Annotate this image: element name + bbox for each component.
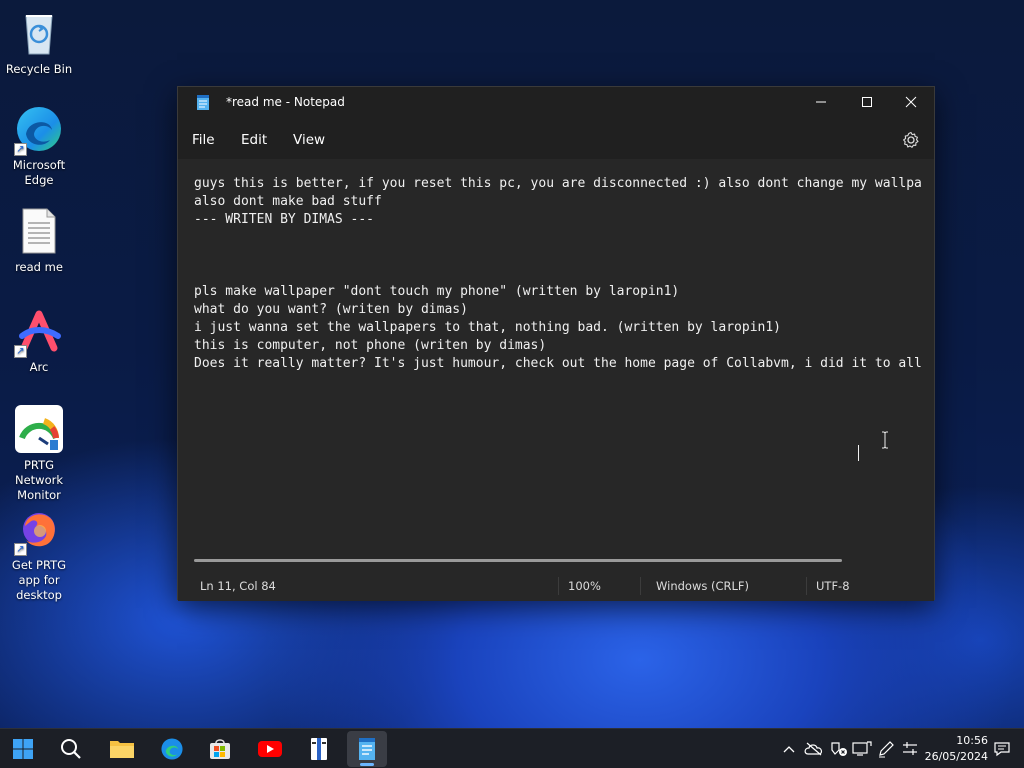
start-button[interactable] [3, 731, 43, 767]
desktop-icon-get-prtg-app[interactable]: ↗ Get PRTG app for desktop [0, 504, 78, 603]
text-cursor-icon [882, 431, 888, 449]
store-icon [210, 739, 230, 759]
editor-line[interactable]: also dont make bad stuff [194, 193, 922, 211]
notepad-taskbar-button[interactable] [347, 731, 387, 767]
document-app-icon [311, 738, 327, 760]
notepad-icon [359, 738, 375, 760]
settings-sliders-button[interactable] [900, 739, 920, 759]
tray-overflow-button[interactable] [779, 739, 799, 759]
edge-icon: ↗ [14, 104, 64, 156]
editor-line[interactable]: what do you want? (writen by dimas) [194, 301, 922, 319]
desktop-icon-prtg[interactable]: PRTG Network Monitor [0, 404, 78, 503]
clock-date: 26/05/2024 [924, 750, 988, 763]
minimize-icon [816, 101, 826, 103]
network-icon [852, 741, 872, 756]
desktop-icon-label: Get PRTG app for desktop [11, 558, 67, 602]
line-ending: Windows (CRLF) [656, 579, 750, 593]
divider [640, 577, 641, 595]
close-icon [905, 96, 917, 108]
notepad-icon [196, 95, 210, 111]
editor-content[interactable]: guys this is better, if you reset this p… [194, 175, 922, 373]
network-button[interactable] [852, 739, 872, 759]
gear-icon [903, 131, 919, 148]
youtube-button[interactable] [250, 731, 290, 767]
chevron-up-icon [783, 746, 795, 753]
tray-app-button[interactable] [829, 739, 849, 759]
shortcut-arrow-icon: ↗ [14, 143, 27, 156]
windows-icon [13, 739, 33, 759]
editor-line[interactable]: i just wanna set the wallpapers to that,… [194, 319, 922, 337]
edge-taskbar-button[interactable] [152, 731, 192, 767]
desktop-icon-label: Microsoft Edge [12, 158, 66, 187]
maximize-icon [862, 97, 872, 107]
search-icon [61, 739, 81, 759]
app-button[interactable] [299, 731, 339, 767]
minimize-button[interactable] [798, 87, 844, 117]
menu-edit[interactable]: Edit [241, 132, 267, 148]
encoding: UTF-8 [816, 579, 850, 593]
clock-time: 10:56 [956, 734, 988, 747]
window-title: *read me - Notepad [226, 95, 345, 109]
desktop-icon-read-me[interactable]: read me [0, 206, 78, 275]
onedrive-button[interactable] [804, 739, 824, 759]
cloud-off-icon [804, 742, 823, 756]
prtg-icon [14, 404, 64, 454]
divider [806, 577, 807, 595]
divider [558, 577, 559, 595]
title-bar[interactable]: *read me - Notepad [178, 87, 934, 119]
editor-line[interactable]: guys this is better, if you reset this p… [194, 175, 922, 193]
horizontal-scrollbar[interactable] [194, 559, 842, 562]
menu-view[interactable]: View [293, 132, 325, 148]
desktop-icon-label: Arc [29, 360, 49, 374]
firefox-icon: ↗ [14, 504, 64, 556]
cursor-position: Ln 11, Col 84 [200, 579, 276, 593]
taskbar: 10:56 26/05/2024 [0, 728, 1024, 768]
notepad-window[interactable]: *read me - Notepad File Edit View guys t… [177, 86, 935, 601]
menu-bar: File Edit View [178, 123, 934, 157]
youtube-icon [258, 741, 282, 757]
pen-button[interactable] [876, 739, 896, 759]
desktop-icon-arc[interactable]: ↗ Arc [0, 306, 78, 375]
desktop-icon-label: Recycle Bin [5, 62, 73, 76]
shortcut-arrow-icon: ↗ [14, 345, 27, 358]
editor-line[interactable]: pls make wallpaper "dont touch my phone"… [194, 283, 922, 301]
desktop-icon-label: PRTG Network Monitor [14, 458, 64, 502]
edge-icon [161, 738, 183, 760]
editor-line[interactable]: Does it really matter? It's just humour,… [194, 355, 922, 373]
desktop-icon-edge[interactable]: ↗ Microsoft Edge [0, 104, 78, 188]
editor-line[interactable]: this is computer, not phone (writen by d… [194, 337, 922, 355]
zoom-level: 100% [568, 579, 601, 593]
folder-icon [110, 741, 134, 758]
editor-line[interactable] [194, 265, 922, 283]
desktop-icon-label: read me [15, 260, 63, 274]
settings-button[interactable] [902, 131, 920, 153]
file-explorer-button[interactable] [102, 731, 142, 767]
menu-file[interactable]: File [192, 132, 215, 148]
text-editor[interactable]: guys this is better, if you reset this p… [178, 159, 934, 571]
text-file-icon [14, 206, 64, 256]
editor-line[interactable] [194, 247, 922, 265]
status-bar: Ln 11, Col 84 100% Windows (CRLF) UTF-8 [178, 571, 934, 601]
close-button[interactable] [888, 87, 934, 117]
store-button[interactable] [200, 731, 240, 767]
editor-line[interactable] [194, 229, 922, 247]
notifications-button[interactable] [992, 739, 1012, 759]
notification-icon [994, 742, 1010, 757]
editor-line[interactable]: --- WRITEN BY DIMAS --- [194, 211, 922, 229]
search-button[interactable] [51, 731, 91, 767]
arc-icon: ↗ [14, 306, 64, 358]
defender-warning-icon [831, 742, 847, 756]
clock[interactable]: 10:56 26/05/2024 [925, 733, 988, 765]
desktop-icon-recycle-bin[interactable]: Recycle Bin [0, 8, 78, 77]
shortcut-arrow-icon: ↗ [14, 543, 27, 556]
sliders-icon [903, 742, 917, 755]
pen-icon [879, 741, 894, 758]
caret [858, 445, 859, 461]
recycle-bin-icon [14, 8, 64, 58]
maximize-button[interactable] [844, 87, 890, 117]
